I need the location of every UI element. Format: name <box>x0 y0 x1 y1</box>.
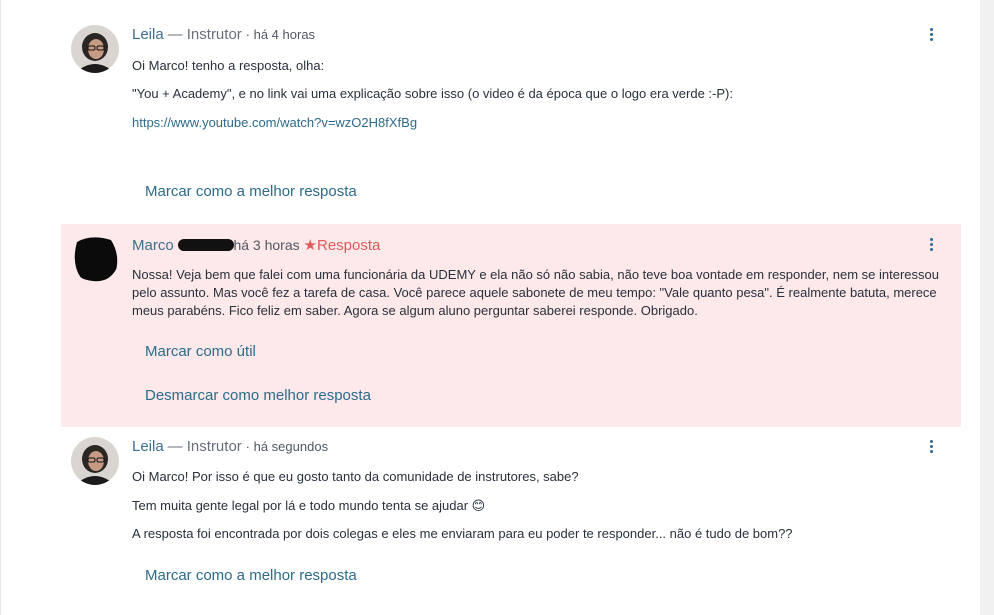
author-name[interactable]: Leila <box>132 438 164 455</box>
reply-text-line: Tem muita gente legal por lá e todo mund… <box>132 498 486 513</box>
unmark-best-answer-button[interactable]: Desmarcar como melhor resposta <box>145 387 371 404</box>
kebab-menu-icon[interactable] <box>929 440 935 454</box>
author-name[interactable]: Marco <box>132 237 174 254</box>
mark-useful-button[interactable]: Marcar como útil <box>145 343 256 360</box>
avatar[interactable] <box>71 437 119 485</box>
author-role: — Instrutor <box>167 438 242 455</box>
mark-best-answer-button[interactable]: Marcar como a melhor resposta <box>145 567 357 584</box>
reply-leila-2: Leila — Instrutor · há segundos Oi Marco… <box>61 427 961 615</box>
reply-text-line: Oi Marco! Por isso é que eu gosto tanto … <box>132 469 579 484</box>
timestamp: há 3 horas <box>233 237 300 253</box>
timestamp: · há 4 horas <box>245 27 316 42</box>
reply-text-line: "You + Academy", e no link vai uma expli… <box>132 86 733 101</box>
author-name[interactable]: Leila <box>132 26 164 43</box>
reply-body: Nossa! Veja bem que falei com uma funcio… <box>132 267 939 318</box>
reply-header: Leila — Instrutor · há segundos <box>132 438 328 455</box>
redacted-surname <box>177 239 234 251</box>
avatar[interactable] <box>71 25 119 73</box>
answer-badge: ★Resposta <box>304 237 381 254</box>
reply-text-line: Oi Marco! tenho a resposta, olha: <box>132 58 325 73</box>
author-role: — Instrutor <box>167 26 242 43</box>
answer-badge-label: Resposta <box>316 237 381 254</box>
reply-text-line: A resposta foi encontrada por dois coleg… <box>132 526 793 541</box>
youtube-link[interactable]: https://www.youtube.com/watch?v=wzO2H8fX… <box>132 115 417 130</box>
page-left-border <box>0 0 1 615</box>
reply-header: Marco há 3 horas ★Resposta <box>132 236 380 254</box>
kebab-menu-icon[interactable] <box>929 238 935 252</box>
star-icon: ★ <box>303 237 317 254</box>
reply-marco-best-answer: Marco há 3 horas ★Resposta Nossa! Veja b… <box>61 224 961 427</box>
reply-leila-1: Leila — Instrutor · há 4 horas Oi Marco!… <box>61 0 961 224</box>
timestamp: · há segundos <box>245 439 329 454</box>
reply-header: Leila — Instrutor · há 4 horas <box>132 26 315 43</box>
kebab-menu-icon[interactable] <box>929 28 935 42</box>
scrollbar-track[interactable] <box>980 0 994 615</box>
avatar[interactable] <box>71 234 119 282</box>
mark-best-answer-button[interactable]: Marcar como a melhor resposta <box>145 183 357 200</box>
